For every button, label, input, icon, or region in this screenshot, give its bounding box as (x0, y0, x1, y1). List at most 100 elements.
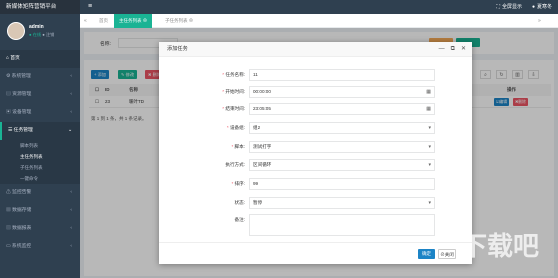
start-time-input[interactable]: 00:00:00 ▦ (249, 86, 435, 98)
form-row-task-name: * 任务名称: 11 (159, 69, 472, 81)
close-icon[interactable]: ✕ (461, 42, 466, 57)
sidebar-item-monitor[interactable]: ⚠ 监控告警 ‹ (0, 184, 80, 202)
form-row-remark: 备注: (159, 214, 472, 236)
chevron-icon: ‹ (70, 190, 72, 195)
top-bar: 新媒体矩阵营销平台 ≡ ⛶ 全屏显示 ● 夏寒冬 (0, 0, 558, 14)
sidebar-item-system[interactable]: ⚙ 系统管理 ‹ (0, 68, 80, 86)
sidebar-item-resource[interactable]: ▤ 资源管理 ‹ (0, 86, 80, 104)
sidebar-item-task[interactable]: ☰ 任务管理 ⌄ (0, 122, 80, 140)
fullscreen-button[interactable]: ⛶ 全屏显示 (496, 0, 522, 14)
chevron-icon: ‹ (70, 208, 72, 213)
script-label: * 脚本: (231, 141, 245, 153)
sidebar-item-home[interactable]: ⌂ 首页 (0, 50, 80, 68)
maximize-icon[interactable]: ⧉ (451, 42, 455, 57)
profile-name: admin (29, 24, 44, 30)
remark-label-text: 备注: (234, 217, 245, 222)
status-value: 暂停 (253, 200, 263, 205)
close-icon[interactable]: ⊗ (189, 18, 194, 23)
tab-main-task[interactable]: 主任务列表 ⊗ (114, 14, 153, 28)
device-group-value: 组2 (253, 125, 261, 130)
chart-icon: ▥ (6, 226, 11, 231)
expand-icon: ⛶ (496, 4, 500, 10)
form-row-status: 状态: 暂停 (159, 197, 472, 209)
remark-textarea[interactable] (249, 214, 435, 236)
sidebar-sub-script-list[interactable]: 脚本列表 (0, 140, 80, 151)
tab-home[interactable]: 首页 (94, 14, 113, 28)
close-icon[interactable]: ⊗ (143, 18, 148, 23)
form-row-sort-order: * 排序: 99 (159, 178, 472, 190)
add-task-dialog: 添加任务 — ⧉ ✕ * 任务名称: 11 * 开始时间: 00:00:00 ▦ * 结束… (159, 42, 472, 264)
exec-mode-label-text: 执行方式: (225, 162, 245, 167)
remark-label: 备注: (235, 214, 245, 226)
tab-next-icon[interactable]: » (538, 14, 541, 28)
chevron-icon: ‹ (70, 244, 72, 249)
chevron-icon: ‹ (70, 74, 72, 79)
alarm-icon: ⚠ (6, 190, 11, 195)
resource-icon: ▤ (6, 92, 11, 97)
sidebar-sub-one-key[interactable]: 一键命令 (0, 173, 80, 184)
device-group-label-text: 设备组: (229, 125, 245, 130)
form-row-exec-mode: 执行方式: 区间循环 (159, 159, 472, 171)
chevron-down-icon: ⌄ (67, 128, 72, 133)
sidebar: admin ● 在线 ● 注销 ⌂ 首页 ⚙ 系统管理 ‹ ▤ 资源管理 ‹ ▣ 设… (0, 14, 80, 278)
status-select[interactable]: 暂停 (249, 197, 435, 209)
user-menu[interactable]: ● 夏寒冬 (532, 0, 552, 14)
sort-order-label: * 排序: (231, 178, 245, 190)
sort-order-value: 99 (253, 181, 259, 186)
dialog-footer: 确定 ⊘关闭 (159, 242, 472, 264)
logout-link[interactable]: ● 注销 (42, 32, 54, 37)
sort-order-label-text: 排序: (234, 181, 245, 186)
list-icon: ☰ (8, 128, 13, 133)
sort-order-input[interactable]: 99 (249, 178, 435, 190)
exec-mode-label: 执行方式: (225, 159, 245, 171)
sidebar-item-sysmonitor[interactable]: ▭ 系统监控 ‹ (0, 238, 80, 256)
app-title: 新媒体矩阵营销平台 (0, 0, 80, 14)
end-time-value: 23:05:05 (253, 106, 271, 111)
database-icon: ▦ (6, 208, 11, 213)
device-icon: ▣ (6, 110, 11, 115)
form-row-start-time: * 开始时间: 00:00:00 ▦ (159, 86, 472, 98)
form-row-end-time: * 结束时间: 23:05:05 ▦ (159, 103, 472, 115)
sidebar-item-report[interactable]: ▥ 数据报表 ‹ (0, 220, 80, 238)
dialog-title: 添加任务 (167, 46, 188, 52)
minimize-icon[interactable]: — (439, 42, 445, 57)
gear-icon: ⚙ (6, 74, 11, 79)
script-select[interactable]: 测试打字 (249, 141, 435, 153)
device-group-label: * 设备组: (227, 122, 245, 134)
end-time-label: * 结束时间: (222, 103, 245, 115)
task-name-input[interactable]: 11 (249, 69, 435, 81)
chevron-icon: ‹ (70, 110, 72, 115)
start-time-label-text: 开始时间: (225, 89, 245, 94)
home-icon: ⌂ (6, 56, 9, 61)
dialog-header: 添加任务 — ⧉ ✕ (159, 42, 472, 57)
user-avatar-icon: ● (531, 4, 535, 10)
confirm-button[interactable]: 确定 (418, 249, 435, 259)
task-name-label-text: 任务名称: (225, 72, 245, 77)
end-time-input[interactable]: 23:05:05 ▦ (249, 103, 435, 115)
end-time-label-text: 结束时间: (225, 106, 245, 111)
avatar[interactable] (7, 22, 25, 40)
monitor-icon: ▭ (6, 244, 11, 249)
top-right-actions: ⛶ 全屏显示 ● 夏寒冬 (496, 0, 552, 14)
calendar-icon[interactable]: ▦ (426, 87, 431, 97)
hamburger-icon[interactable]: ≡ (88, 0, 92, 14)
sidebar-sub-sub-task[interactable]: 子任务列表 (0, 162, 80, 173)
chevron-icon: ‹ (70, 92, 72, 97)
device-group-select[interactable]: 组2 (249, 122, 435, 134)
tab-sub-task[interactable]: 子任务列表 ⊗ (160, 14, 198, 28)
watermark-logo: 下载吧 (460, 232, 539, 262)
sidebar-sub-main-task[interactable]: 主任务列表 (0, 151, 80, 162)
tab-prev-icon[interactable]: « (84, 14, 87, 28)
status-label: 状态: (235, 197, 245, 209)
task-name-value: 11 (253, 72, 258, 77)
task-name-label: * 任务名称: (222, 69, 245, 81)
sidebar-item-storage[interactable]: ▦ 数据存储 ‹ (0, 202, 80, 220)
start-time-value: 00:00:00 (253, 89, 271, 94)
script-label-text: 脚本: (234, 144, 245, 149)
sidebar-item-device[interactable]: ▣ 设备管理 ‹ (0, 104, 80, 122)
calendar-icon[interactable]: ▦ (426, 104, 431, 114)
exec-mode-select[interactable]: 区间循环 (249, 159, 435, 171)
chevron-icon: ‹ (70, 226, 72, 231)
form-row-script: * 脚本: 测试打字 (159, 141, 472, 153)
dialog-controls: — ⧉ ✕ (439, 42, 466, 57)
